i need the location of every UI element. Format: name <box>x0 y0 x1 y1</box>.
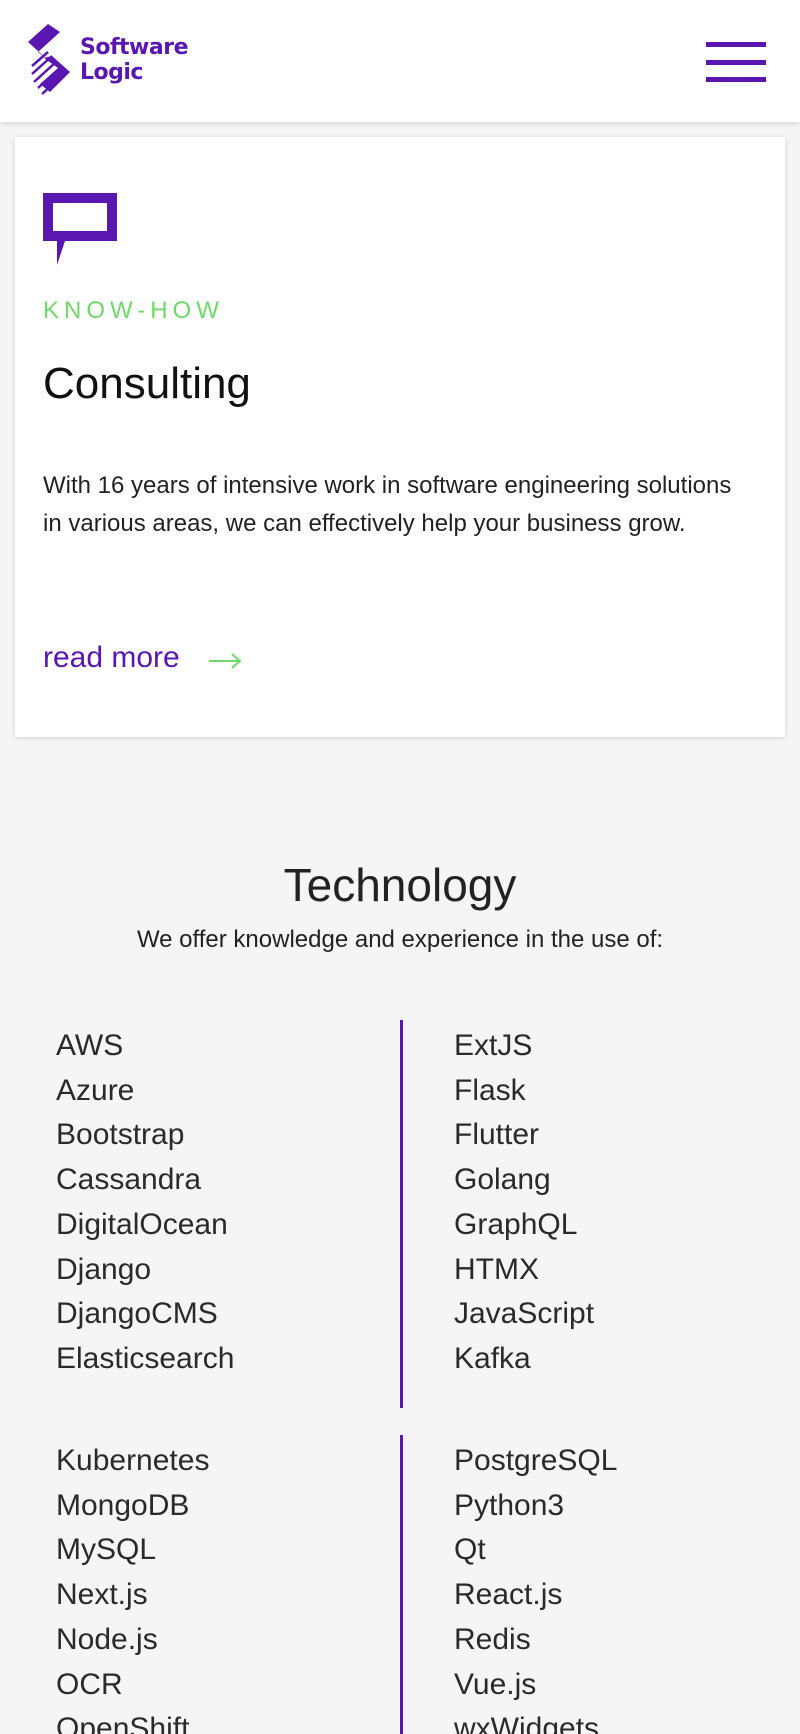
technology-item: React.js <box>454 1578 563 1612</box>
technology-item: OCR <box>56 1667 123 1701</box>
technology-item: Azure <box>56 1073 135 1107</box>
technology-item: DjangoCMS <box>56 1297 218 1331</box>
technology-item: Flask <box>454 1073 526 1107</box>
consulting-card: KNOW-HOW Consulting With 16 years of int… <box>15 137 785 737</box>
technology-item: Golang <box>454 1163 551 1197</box>
technology-item: JavaScript <box>454 1297 595 1331</box>
technology-item: PostgreSQL <box>454 1444 618 1477</box>
technology-list-right: ExtJS Flask Flutter Golang GraphQL HTMX … <box>454 1024 754 1382</box>
read-more-label: read more <box>43 641 180 674</box>
site-header: Software Logic <box>0 0 800 122</box>
logo-line-2: Logic <box>80 60 143 85</box>
arrow-right-icon <box>208 653 242 669</box>
logo-text: Software Logic <box>80 35 189 85</box>
technology-item: DigitalOcean <box>56 1207 228 1241</box>
technology-item: Kafka <box>454 1341 531 1375</box>
technology-item: Kubernetes <box>56 1444 210 1477</box>
column-divider <box>400 1020 403 1408</box>
technology-item: Node.js <box>56 1622 158 1656</box>
technology-item: OpenShift <box>56 1712 190 1734</box>
technology-heading: Technology <box>283 859 517 911</box>
card-description: With 16 years of intensive work in softw… <box>43 472 732 537</box>
technology-list-left: AWS Azure Bootstrap Cassandra DigitalOce… <box>56 1024 356 1382</box>
technology-item: Flutter <box>454 1118 540 1152</box>
logo-icon <box>28 24 70 95</box>
site-logo[interactable]: Software Logic <box>26 22 189 98</box>
technology-item: ExtJS <box>454 1029 533 1062</box>
technology-subtitle: We offer knowledge and experience in the… <box>136 926 664 953</box>
technology-item: Elasticsearch <box>56 1341 235 1375</box>
technology-item: Redis <box>454 1622 531 1656</box>
technology-item: HTMX <box>454 1252 539 1286</box>
technology-item: GraphQL <box>454 1207 578 1241</box>
column-divider <box>400 1435 403 1734</box>
technology-item: Qt <box>454 1533 486 1567</box>
technology-item: MySQL <box>56 1533 157 1567</box>
technology-item: Vue.js <box>454 1667 537 1701</box>
menu-bar <box>706 59 766 65</box>
technology-group-1: AWS Azure Bootstrap Cassandra DigitalOce… <box>0 1020 800 1408</box>
technology-list-right: PostgreSQL Python3 Qt React.js Redis Vue… <box>454 1439 754 1734</box>
read-more-link[interactable]: read more <box>43 641 242 675</box>
technology-item: Python3 <box>454 1488 565 1522</box>
technology-item: AWS <box>56 1029 124 1062</box>
card-kicker: KNOW-HOW <box>43 297 224 324</box>
technology-item: wxWidgets <box>454 1712 600 1734</box>
logo-line-1: Software <box>80 35 189 60</box>
technology-group-2: Kubernetes MongoDB MySQL Next.js Node.js… <box>0 1435 800 1734</box>
menu-bar <box>706 42 766 47</box>
hamburger-menu-icon[interactable] <box>706 42 766 82</box>
technology-item: Cassandra <box>56 1163 202 1197</box>
technology-item: Next.js <box>56 1578 148 1612</box>
technology-item: MongoDB <box>56 1488 190 1522</box>
technology-item: Django <box>56 1252 152 1286</box>
technology-item: Bootstrap <box>56 1118 185 1152</box>
speech-bubble-icon <box>43 193 117 265</box>
menu-bar <box>706 77 766 82</box>
technology-list-left: Kubernetes MongoDB MySQL Next.js Node.js… <box>56 1439 356 1734</box>
card-title: Consulting <box>43 359 251 408</box>
